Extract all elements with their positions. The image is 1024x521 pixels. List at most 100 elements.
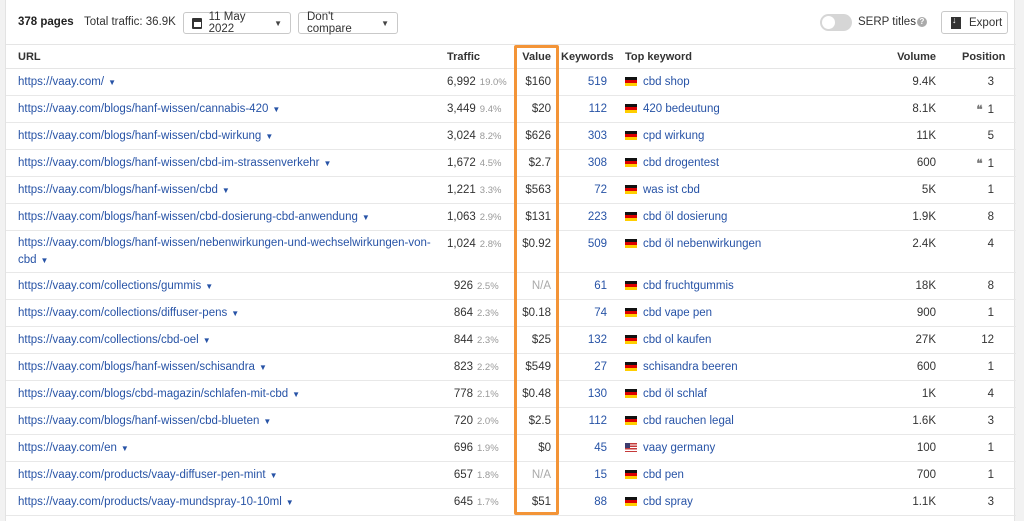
top-keyword-link[interactable]: cbd vape pen [643, 307, 712, 319]
column-header-url[interactable]: URL [6, 44, 447, 69]
traffic-value: 720 [453, 415, 473, 427]
volume-cell: 9.4K [886, 68, 940, 96]
url-cell: https://vaay.com/collections/cbd-oel ▼ [6, 326, 447, 354]
column-header-traffic[interactable]: Traffic [447, 44, 509, 69]
url-dropdown-icon[interactable]: ▼ [270, 471, 278, 480]
url-link[interactable]: https://vaay.com/ [18, 76, 104, 88]
url-link[interactable]: https://vaay.com/blogs/hanf-wissen/cbd [18, 184, 218, 196]
top-keyword-link[interactable]: cbd öl nebenwirkungen [643, 238, 761, 250]
top-keyword-link[interactable]: cbd pen [643, 469, 684, 481]
url-link[interactable]: https://vaay.com/blogs/hanf-wissen/cbd-i… [18, 157, 319, 169]
url-cell: https://vaay.com/products/vaay-diffuser-… [6, 461, 447, 489]
url-dropdown-icon[interactable]: ▼ [231, 309, 239, 318]
url-link[interactable]: https://vaay.com/blogs/hanf-wissen/cbd-d… [18, 211, 358, 223]
traffic-value: 1,672 [447, 157, 476, 169]
keywords-count-link[interactable]: 308 [557, 149, 613, 177]
column-header-volume[interactable]: Volume [886, 44, 940, 69]
url-cell: https://vaay.com/en ▼ [6, 434, 447, 462]
traffic-cell: 823 2.2% [447, 353, 509, 381]
traffic-value: 1,024 [447, 238, 476, 250]
value-cell: $563 [509, 176, 557, 204]
keywords-count-link[interactable]: 27 [557, 353, 613, 381]
url-link[interactable]: https://vaay.com/blogs/cbd-magazin/schla… [18, 388, 288, 400]
keywords-count-link[interactable]: 509 [557, 230, 613, 273]
keywords-count-link[interactable]: 15 [557, 461, 613, 489]
url-dropdown-icon[interactable]: ▼ [222, 186, 230, 195]
url-dropdown-icon[interactable]: ▼ [323, 159, 331, 168]
traffic-cell: 645 1.7% [447, 488, 509, 516]
url-dropdown-icon[interactable]: ▼ [263, 417, 271, 426]
url-link[interactable]: https://vaay.com/blogs/hanf-wissen/neben… [18, 237, 431, 266]
url-link[interactable]: https://vaay.com/blogs/hanf-wissen/schis… [18, 361, 255, 373]
url-dropdown-icon[interactable]: ▼ [272, 105, 280, 114]
top-keyword-link[interactable]: 420 bedeutung [643, 103, 720, 115]
volume-cell: 100 [886, 434, 940, 462]
keywords-count-link[interactable]: 130 [557, 380, 613, 408]
top-keyword-link[interactable]: cbd öl dosierung [643, 211, 727, 223]
url-dropdown-icon[interactable]: ▼ [292, 390, 300, 399]
traffic-cell: 926 2.5% [447, 272, 509, 300]
url-link[interactable]: https://vaay.com/products/vaay-mundspray… [18, 496, 282, 508]
keywords-count-link[interactable]: 132 [557, 326, 613, 354]
top-keyword-link[interactable]: schisandra beeren [643, 361, 738, 373]
top-keyword-link[interactable]: cbd rauchen legal [643, 415, 734, 427]
url-link[interactable]: https://vaay.com/collections/diffuser-pe… [18, 307, 227, 319]
url-dropdown-icon[interactable]: ▼ [108, 78, 116, 87]
position-value: 4 [987, 388, 994, 400]
traffic-value: 823 [453, 361, 473, 373]
help-icon[interactable]: ? [917, 17, 927, 27]
keywords-count-link[interactable]: 519 [557, 68, 613, 96]
url-link[interactable]: https://vaay.com/blogs/hanf-wissen/cbd-w… [18, 130, 261, 142]
keywords-count-link[interactable]: 303 [557, 122, 613, 150]
top-keyword-link[interactable]: cbd öl schlaf [643, 388, 707, 400]
top-keyword-link[interactable]: cbd ol kaufen [643, 334, 711, 346]
keywords-count-link[interactable]: 61 [557, 272, 613, 300]
serp-titles-toggle[interactable] [820, 14, 852, 31]
url-link[interactable]: https://vaay.com/blogs/hanf-wissen/cbd-b… [18, 415, 259, 427]
table-row: https://vaay.com/blogs/hanf-wissen/schis… [6, 353, 1016, 381]
date-picker-button[interactable]: 11 May 2022 ▼ [183, 11, 291, 35]
column-header-top-keyword[interactable]: Top keyword [613, 44, 886, 69]
keywords-count-link[interactable]: 72 [557, 176, 613, 204]
top-keyword-link[interactable]: cpd wirkung [643, 130, 704, 142]
column-header-value[interactable]: Value [509, 44, 557, 69]
flag-de-icon [625, 104, 637, 113]
url-dropdown-icon[interactable]: ▼ [205, 282, 213, 291]
position-cell: 4 [940, 380, 1016, 408]
compare-dropdown[interactable]: Don't compare ▼ [298, 11, 398, 35]
keywords-count-link[interactable]: 88 [557, 488, 613, 516]
keywords-count-link[interactable]: 45 [557, 434, 613, 462]
url-dropdown-icon[interactable]: ▼ [362, 213, 370, 222]
flag-de-icon [625, 185, 637, 194]
keywords-count-link[interactable]: 112 [557, 407, 613, 435]
value-cell: $20 [509, 95, 557, 123]
traffic-share: 2.5% [477, 281, 499, 292]
top-keyword-link[interactable]: was ist cbd [643, 184, 700, 196]
url-link[interactable]: https://vaay.com/en [18, 442, 117, 454]
column-header-keywords[interactable]: Keywords [557, 44, 614, 69]
url-link[interactable]: https://vaay.com/collections/cbd-oel [18, 334, 199, 346]
top-keyword-link[interactable]: vaay germany [643, 442, 715, 454]
url-cell: https://vaay.com/products/vaay-mundspray… [6, 488, 447, 516]
export-button[interactable]: Export [941, 11, 1008, 34]
url-dropdown-icon[interactable]: ▼ [41, 256, 49, 265]
column-header-position[interactable]: Position [940, 44, 1016, 69]
url-dropdown-icon[interactable]: ▼ [203, 336, 211, 345]
url-link[interactable]: https://vaay.com/blogs/hanf-wissen/canna… [18, 103, 268, 115]
top-keyword-link[interactable]: cbd spray [643, 496, 693, 508]
export-label: Export [969, 16, 1003, 29]
url-dropdown-icon[interactable]: ▼ [286, 498, 294, 507]
url-dropdown-icon[interactable]: ▼ [121, 444, 129, 453]
total-traffic: Total traffic: 36.9K [84, 16, 176, 28]
url-link[interactable]: https://vaay.com/collections/gummis [18, 280, 201, 292]
top-keyword-link[interactable]: cbd fruchtgummis [643, 280, 734, 292]
traffic-cell: 3,024 8.2% [447, 122, 509, 150]
url-dropdown-icon[interactable]: ▼ [265, 132, 273, 141]
top-keyword-link[interactable]: cbd drogentest [643, 157, 719, 169]
url-link[interactable]: https://vaay.com/products/vaay-diffuser-… [18, 469, 266, 481]
keywords-count-link[interactable]: 74 [557, 299, 613, 327]
keywords-count-link[interactable]: 112 [557, 95, 613, 123]
keywords-count-link[interactable]: 223 [557, 203, 613, 231]
top-keyword-link[interactable]: cbd shop [643, 76, 690, 88]
url-dropdown-icon[interactable]: ▼ [259, 363, 267, 372]
